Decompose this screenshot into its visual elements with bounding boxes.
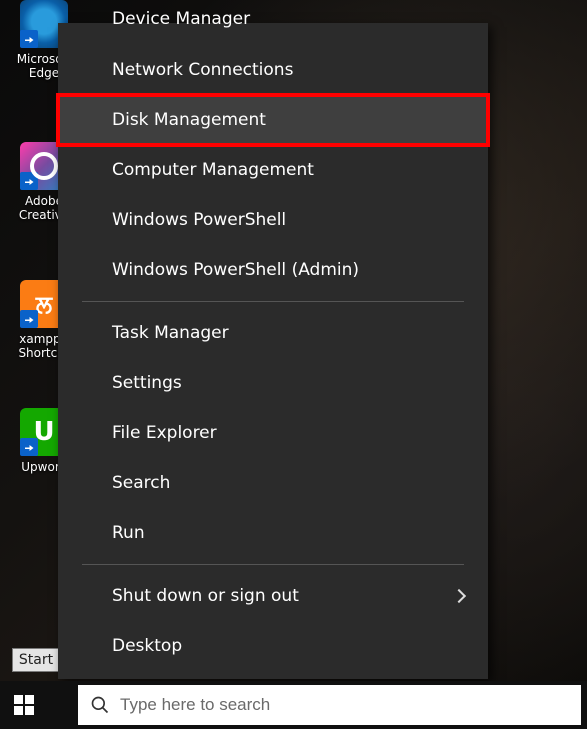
winx-item-shutdown-signout[interactable]: Shut down or sign out <box>58 571 488 621</box>
winx-item-label: Task Manager <box>112 323 229 343</box>
xampp-glyph: ਲ <box>36 290 52 318</box>
winx-item-desktop[interactable]: Desktop <box>58 621 488 671</box>
winx-item-powershell[interactable]: Windows PowerShell <box>58 195 488 245</box>
search-input[interactable] <box>120 695 569 715</box>
winx-context-menu: Device Manager Network Connections Disk … <box>58 23 488 679</box>
search-icon <box>90 695 110 715</box>
winx-item-computer-management[interactable]: Computer Management <box>58 145 488 195</box>
winx-item-label: Settings <box>112 373 182 393</box>
winx-item-label: Search <box>112 473 170 493</box>
winx-separator <box>82 301 464 302</box>
winx-item-label: Desktop <box>112 636 182 656</box>
winx-item-label: Windows PowerShell (Admin) <box>112 260 359 280</box>
winx-item-run[interactable]: Run <box>58 508 488 558</box>
taskbar-search[interactable] <box>78 685 581 725</box>
winx-item-label: Shut down or sign out <box>112 586 299 606</box>
winx-item-search[interactable]: Search <box>58 458 488 508</box>
winx-item-powershell-admin[interactable]: Windows PowerShell (Admin) <box>58 245 488 295</box>
winx-item-label: Network Connections <box>112 60 293 80</box>
shortcut-arrow-icon <box>20 172 38 190</box>
winx-item-file-explorer[interactable]: File Explorer <box>58 408 488 458</box>
winx-item-label: Disk Management <box>112 110 266 130</box>
winx-item-network-connections[interactable]: Network Connections <box>58 45 488 95</box>
winx-separator <box>82 564 464 565</box>
winx-item-label: Windows PowerShell <box>112 210 286 230</box>
winx-item-label: File Explorer <box>112 423 217 443</box>
start-tooltip-label: Start <box>19 652 53 668</box>
winx-item-task-manager[interactable]: Task Manager <box>58 308 488 358</box>
shortcut-arrow-icon <box>20 438 38 456</box>
taskbar <box>0 681 587 729</box>
windows-logo-icon <box>14 695 34 715</box>
chevron-right-icon <box>452 589 466 603</box>
shortcut-arrow-icon <box>20 30 38 48</box>
start-button[interactable] <box>0 681 48 729</box>
winx-item-label: Computer Management <box>112 160 314 180</box>
shortcut-arrow-icon <box>20 310 38 328</box>
start-tooltip: Start <box>12 648 60 672</box>
winx-item-settings[interactable]: Settings <box>58 358 488 408</box>
winx-item-disk-management[interactable]: Disk Management <box>58 95 488 145</box>
winx-item-label: Device Manager <box>112 9 250 29</box>
winx-item-label: Run <box>112 523 145 543</box>
winx-item-device-manager[interactable]: Device Manager <box>58 23 488 45</box>
